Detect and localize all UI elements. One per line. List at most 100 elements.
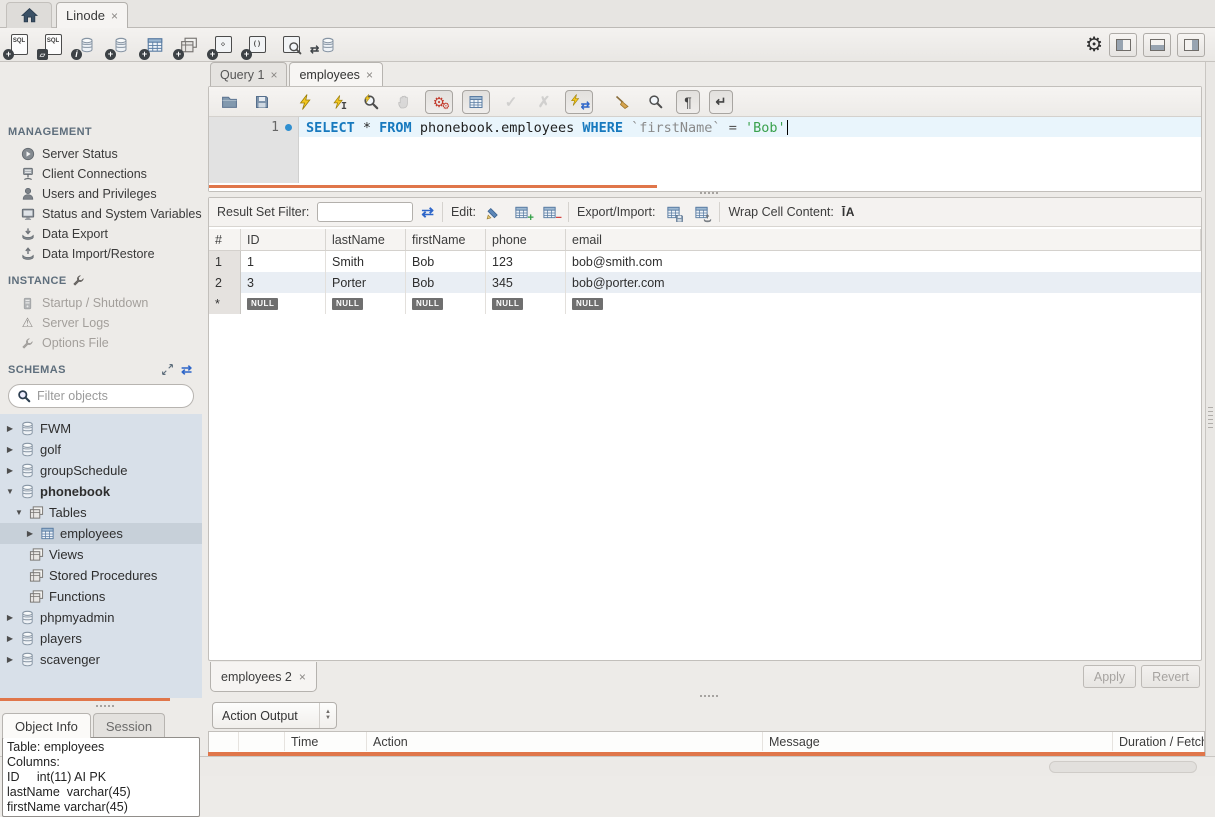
column-header[interactable]: firstName bbox=[406, 229, 486, 250]
cell[interactable]: NULL bbox=[241, 293, 326, 314]
delete-row-button[interactable]: − bbox=[540, 202, 560, 222]
tab-object-info[interactable]: Object Info bbox=[2, 713, 91, 738]
output-splitter-handle[interactable] bbox=[700, 695, 718, 698]
tab-session[interactable]: Session bbox=[93, 713, 165, 738]
cell[interactable]: bob@porter.com bbox=[566, 272, 1201, 293]
expanded-arrow-icon[interactable]: ▼ bbox=[14, 508, 24, 517]
sidebar-item-users-privileges[interactable]: Users and Privileges bbox=[0, 184, 202, 204]
cell[interactable]: Bob bbox=[406, 251, 486, 272]
tab-close-icon[interactable]: × bbox=[366, 68, 373, 82]
add-row-button[interactable]: + bbox=[512, 202, 532, 222]
status-scrollbar[interactable] bbox=[1049, 761, 1197, 773]
tree-item-schema[interactable]: ▶ players bbox=[0, 628, 202, 649]
toggle-invisible-characters-button[interactable]: ¶ bbox=[676, 90, 700, 114]
preferences-gear-icon[interactable]: ⚙ bbox=[1085, 35, 1103, 55]
explain-query-button[interactable] bbox=[359, 90, 383, 114]
cell[interactable]: Porter bbox=[326, 272, 406, 293]
collapsed-arrow-icon[interactable]: ▶ bbox=[5, 466, 15, 475]
tree-item-schema[interactable]: ▶ phpmyadmin bbox=[0, 607, 202, 628]
execute-current-statement-button[interactable]: I bbox=[326, 90, 350, 114]
tree-item-schema[interactable]: ▶ scavenger bbox=[0, 649, 202, 670]
cell[interactable]: NULL bbox=[406, 293, 486, 314]
collapsed-arrow-icon[interactable]: ▶ bbox=[5, 424, 15, 433]
refresh-schemas-icon[interactable]: ⇄ bbox=[181, 363, 192, 376]
toggle-word-wrap-button[interactable]: ↵ bbox=[709, 90, 733, 114]
create-function-button[interactable]: () bbox=[244, 32, 270, 58]
editor-horizontal-scrollbar[interactable] bbox=[209, 185, 657, 188]
commit-button[interactable]: ✓ bbox=[499, 90, 523, 114]
limit-rows-button[interactable] bbox=[462, 90, 490, 114]
cell[interactable]: 3 bbox=[241, 272, 326, 293]
tree-item-functions[interactable]: Functions bbox=[0, 586, 202, 607]
sidebar-item-status-system-variables[interactable]: Status and System Variables bbox=[0, 204, 202, 224]
stop-query-button[interactable] bbox=[392, 90, 416, 114]
sidebar-item-data-export[interactable]: Data Export bbox=[0, 224, 202, 244]
create-table-button[interactable] bbox=[142, 32, 168, 58]
revert-button[interactable]: Revert bbox=[1141, 665, 1200, 688]
search-table-data-button[interactable] bbox=[278, 32, 304, 58]
tree-item-table-employees[interactable]: ▶ employees bbox=[0, 523, 202, 544]
column-header[interactable]: Action bbox=[367, 732, 763, 751]
edit-record-button[interactable] bbox=[484, 202, 504, 222]
sql-statement[interactable]: SELECT * FROM phonebook.employees WHERE … bbox=[306, 118, 788, 137]
tab-query-1[interactable]: Query 1 × bbox=[210, 62, 287, 86]
reconnect-database-button[interactable]: ⇄ bbox=[312, 32, 338, 58]
open-sql-script-button[interactable]: SQL bbox=[40, 32, 66, 58]
cell[interactable]: NULL bbox=[486, 293, 566, 314]
table-row[interactable]: 2 3 Porter Bob 345 bob@porter.com bbox=[209, 272, 1201, 293]
column-header[interactable]: Message bbox=[763, 732, 1113, 751]
editor-result-splitter-handle[interactable] bbox=[700, 192, 718, 195]
tree-item-schema[interactable]: ▶ groupSchedule bbox=[0, 460, 202, 481]
connection-tab-close-icon[interactable]: × bbox=[111, 9, 118, 23]
toggle-stop-on-error-button[interactable]: ⚙ ⚙ bbox=[425, 90, 453, 114]
cell[interactable]: Bob bbox=[406, 272, 486, 293]
sidebar-splitter-handle[interactable] bbox=[96, 705, 114, 708]
right-panel-splitter[interactable] bbox=[1205, 62, 1215, 756]
column-header[interactable]: # bbox=[209, 229, 241, 250]
toggle-output-area-button[interactable] bbox=[1143, 33, 1171, 57]
beautify-script-button[interactable] bbox=[610, 90, 634, 114]
tab-employees[interactable]: employees × bbox=[289, 62, 382, 86]
schema-filter-box[interactable] bbox=[8, 384, 194, 408]
schema-filter-input[interactable] bbox=[37, 389, 167, 403]
sidebar-item-options-file[interactable]: Options File bbox=[0, 333, 202, 353]
sql-editor-area[interactable]: 1 SELECT * FROM phonebook.employees WHER… bbox=[209, 117, 1201, 191]
column-header[interactable]: email bbox=[566, 229, 1201, 250]
cell[interactable]: 1 bbox=[241, 251, 326, 272]
column-header[interactable]: Duration / Fetch bbox=[1113, 732, 1204, 751]
sidebar-item-startup-shutdown[interactable]: Startup / Shutdown bbox=[0, 293, 202, 313]
sidebar-item-server-logs[interactable]: ⚠ Server Logs bbox=[0, 313, 202, 333]
rollback-button[interactable]: ✗ bbox=[532, 90, 556, 114]
output-selector[interactable]: Action Output ▲ ▼ bbox=[212, 702, 337, 729]
cell[interactable]: 123 bbox=[486, 251, 566, 272]
connection-tab[interactable]: Linode × bbox=[56, 2, 128, 28]
sidebar-item-data-import[interactable]: Data Import/Restore bbox=[0, 244, 202, 264]
apply-button[interactable]: Apply bbox=[1083, 665, 1136, 688]
tree-item-schema[interactable]: ▶ FWM bbox=[0, 418, 202, 439]
tree-item-schema-phonebook[interactable]: ▼ phonebook bbox=[0, 481, 202, 502]
sidebar-item-server-status[interactable]: Server Status bbox=[0, 144, 202, 164]
save-script-button[interactable] bbox=[250, 90, 274, 114]
collapsed-arrow-icon[interactable]: ▶ bbox=[5, 445, 15, 454]
tree-item-schema[interactable]: ▶ golf bbox=[0, 439, 202, 460]
expanded-arrow-icon[interactable]: ▼ bbox=[5, 487, 15, 496]
create-schema-button[interactable] bbox=[108, 32, 134, 58]
toggle-autocommit-button[interactable]: ⇄ bbox=[565, 90, 593, 114]
new-query-tab-button[interactable]: SQL bbox=[6, 32, 32, 58]
find-button[interactable] bbox=[643, 90, 667, 114]
collapsed-arrow-icon[interactable]: ▶ bbox=[5, 634, 15, 643]
home-tab[interactable] bbox=[6, 2, 52, 28]
refresh-results-icon[interactable]: ⇄ bbox=[421, 205, 434, 220]
sidebar-item-client-connections[interactable]: Client Connections bbox=[0, 164, 202, 184]
column-header[interactable]: phone bbox=[486, 229, 566, 250]
expand-panel-icon[interactable] bbox=[161, 363, 174, 376]
column-header[interactable]: Time bbox=[285, 732, 367, 751]
collapsed-arrow-icon[interactable]: ▶ bbox=[25, 529, 35, 538]
tree-item-views[interactable]: Views bbox=[0, 544, 202, 565]
open-file-button[interactable] bbox=[217, 90, 241, 114]
table-row[interactable]: 1 1 Smith Bob 123 bob@smith.com bbox=[209, 251, 1201, 272]
output-selector-spinner[interactable]: ▲ ▼ bbox=[319, 703, 336, 728]
cell[interactable]: NULL bbox=[566, 293, 1201, 314]
tree-item-tables[interactable]: ▼ Tables bbox=[0, 502, 202, 523]
cell[interactable]: 345 bbox=[486, 272, 566, 293]
